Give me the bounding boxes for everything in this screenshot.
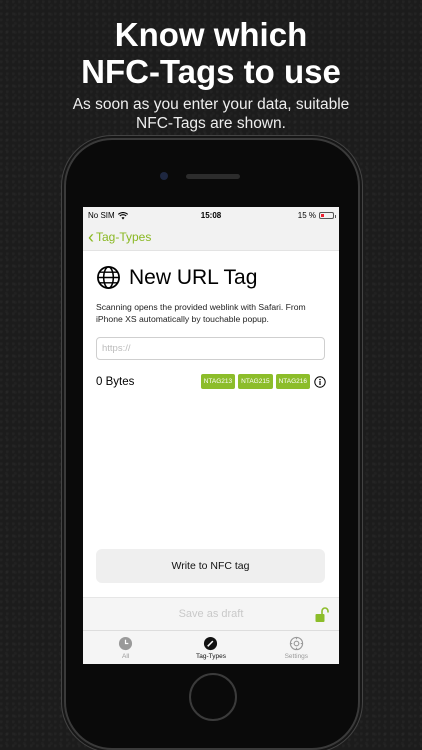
- save-draft-button[interactable]: Save as draft: [179, 608, 244, 620]
- write-nfc-button[interactable]: Write to NFC tag: [96, 549, 325, 583]
- promo-headline-line2: NFC-Tags to use: [81, 53, 341, 90]
- gear-icon: [289, 636, 303, 651]
- tag-badge-ntag216: NTAG216: [275, 374, 310, 389]
- title-row: New URL Tag: [96, 265, 326, 290]
- navigation-bar: ‹ Tag-Types: [83, 224, 339, 251]
- tab-bar: All Tag-Types Settings: [83, 630, 339, 664]
- tab-all-label: All: [122, 653, 130, 660]
- front-camera: [160, 172, 168, 180]
- phone-silent-switch: [62, 243, 65, 263]
- tab-tag-types[interactable]: Tag-Types: [168, 631, 253, 664]
- page-title: New URL Tag: [129, 265, 258, 289]
- back-button[interactable]: Tag-Types: [96, 230, 151, 244]
- tab-settings[interactable]: Settings: [254, 631, 339, 664]
- promo-subline-line1: As soon as you enter your data, suitable: [72, 96, 350, 113]
- pen-icon: [204, 636, 218, 651]
- tag-description: Scanning opens the provided weblink with…: [96, 302, 306, 324]
- tab-all[interactable]: All: [83, 631, 168, 664]
- tag-badge-ntag213: NTAG213: [200, 374, 236, 389]
- url-input[interactable]: [96, 337, 325, 360]
- promo-headline-line1: Know which: [114, 16, 308, 53]
- status-time: 15:08: [200, 211, 222, 220]
- battery-icon: [319, 212, 336, 219]
- globe-icon: [97, 266, 120, 289]
- phone-volume-down: [62, 322, 65, 358]
- status-bar: No SIM 15:08 15 %: [83, 207, 339, 224]
- home-button[interactable]: [189, 673, 237, 721]
- app-screen: No SIM 15:08 15 % ‹ Tag-Types New URL Ta…: [83, 207, 339, 664]
- earpiece-speaker: [186, 174, 240, 179]
- capacity-row: 0 Bytes NTAG213 NTAG215 NTAG216: [96, 374, 326, 389]
- promo-subline: As soon as you enter your data, suitable…: [0, 95, 422, 133]
- tab-tag-types-label: Tag-Types: [195, 653, 226, 660]
- promo-headline: Know which NFC-Tags to use: [0, 16, 422, 90]
- clock-icon: [119, 636, 133, 651]
- form-content: New URL Tag Scanning opens the provided …: [83, 265, 339, 389]
- promo-subline-line2: NFC-Tags are shown.: [136, 115, 286, 132]
- back-chevron-icon[interactable]: ‹: [88, 228, 94, 246]
- unlocked-lock-icon[interactable]: [315, 607, 329, 623]
- byte-count: 0 Bytes: [96, 375, 135, 388]
- tab-settings-label: Settings: [284, 653, 309, 660]
- phone-volume-up: [62, 278, 65, 314]
- tag-badge-ntag215: NTAG215: [238, 374, 273, 389]
- info-icon[interactable]: [314, 375, 326, 388]
- save-draft-bar: Save as draft: [83, 597, 339, 630]
